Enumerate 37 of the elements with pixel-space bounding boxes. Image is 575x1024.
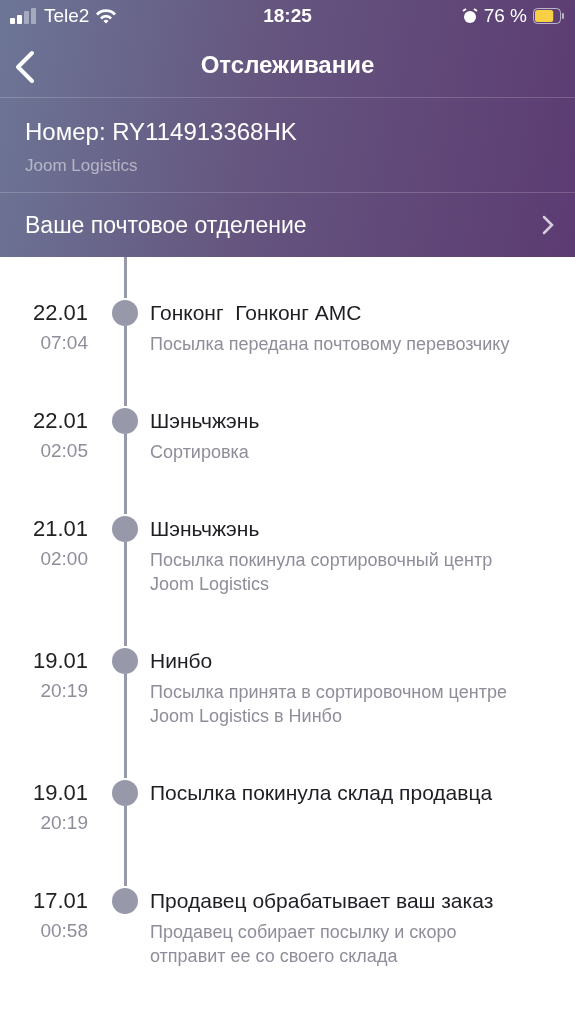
event-description: Сортировка xyxy=(150,441,250,464)
event-title: Шэньчжэнь xyxy=(150,516,261,542)
event-title: Продавец обрабатывает ваш заказ xyxy=(150,888,495,914)
event-description: Посылка покинула сортировочный центр Joom Logistics xyxy=(150,549,494,596)
event-title: Посылка покинула склад продавца xyxy=(150,780,494,806)
event-date: 19.01 xyxy=(32,779,88,807)
event-time: 02:05 xyxy=(40,439,88,463)
event-time: 20:19 xyxy=(40,679,88,703)
timeline-dot xyxy=(112,888,138,914)
event-date: 19.01 xyxy=(32,647,88,675)
battery-percent: 76 % xyxy=(483,5,527,27)
event-time: 02:00 xyxy=(40,547,88,571)
post-office-label: Ваше почтовое отделение xyxy=(25,211,307,239)
event-date: 22.01 xyxy=(32,299,88,327)
event-title: Нинбо xyxy=(150,648,214,674)
event-description: Продавец собирает посылку и скоро отправит ее со своего склада xyxy=(150,921,458,968)
event-title: Гонконг Гонконг АМС xyxy=(150,300,363,326)
battery-icon xyxy=(533,8,565,24)
tracking-number: Номер: RY114913368HK xyxy=(25,118,298,146)
carrier-label: Joom Logistics xyxy=(25,156,139,176)
carrier-name: Tele2 xyxy=(44,5,90,27)
event-time: 20:19 xyxy=(40,811,88,835)
clock-time: 18:25 xyxy=(263,5,312,27)
event-description: Посылка принята в сортировочном центре Joom Logistics в Нинбо xyxy=(150,681,508,728)
screen-title: Отслеживание xyxy=(200,50,375,79)
wifi-icon xyxy=(95,8,118,24)
event-date: 21.01 xyxy=(32,515,88,543)
event-title: Шэньчжэнь xyxy=(150,408,261,434)
post-office-row[interactable]: Ваше почтовое отделение xyxy=(0,193,575,257)
signal-icon xyxy=(10,8,38,24)
chevron-right-icon xyxy=(541,214,555,236)
event-date: 22.01 xyxy=(32,407,88,435)
event-time: 07:04 xyxy=(40,331,88,355)
alarm-icon xyxy=(461,8,478,24)
event-description: Посылка передана почтовому перевозчику xyxy=(150,333,511,356)
event-time: 00:58 xyxy=(40,919,88,943)
event-date: 17.01 xyxy=(32,887,88,915)
